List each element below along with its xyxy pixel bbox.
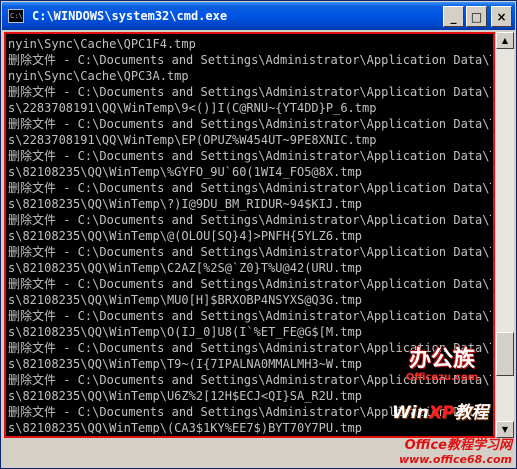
console-line: s\2283708191\QQ\WinTemp\9<()]I(C@RNU~{YT…: [8, 101, 377, 115]
window-controls: _ □ ×: [443, 6, 512, 27]
console-line: 删除文件 - C:\Documents and Settings\Adminis…: [8, 277, 491, 291]
minimize-button[interactable]: _: [443, 6, 464, 27]
scroll-thumb[interactable]: [496, 332, 514, 376]
window-title: C:\WINDOWS\system32\cmd.exe: [32, 9, 228, 23]
brand-sub-text: Officezu.com: [405, 372, 479, 383]
console-line: nyin\Sync\Cache\QPC3A.tmp: [8, 69, 189, 83]
vertical-scrollbar[interactable]: ▲ ▼: [496, 32, 514, 438]
cmd-app-icon[interactable]: C:\: [8, 9, 24, 23]
console-line: 删除文件 - C:\Documents and Settings\Adminis…: [8, 213, 491, 227]
console-line: 删除文件 - C:\Documents and Settings\Adminis…: [8, 181, 491, 195]
maximize-button[interactable]: □: [466, 6, 487, 27]
console-line: s\2283708191\QQ\WinTemp\EP(OPUZ%W454UT~9…: [8, 133, 377, 147]
console-line: 删除文件 - C:\Documents and Settings\Adminis…: [8, 117, 491, 131]
console-line: 删除文件 - C:\Documents and Settings\Adminis…: [8, 309, 491, 323]
office68-watermark: Office教程学习网 www.office68.com: [372, 438, 512, 466]
console-line: 删除文件 - C:\Documents and Settings\Adminis…: [8, 85, 491, 99]
console-line: s\82108235\QQ\WinTemp\@(OLOU[SQ}4]>PNFH{…: [8, 229, 363, 243]
winxp-suffix: 教程: [454, 403, 489, 423]
console-line: s\82108235\QQ\WinTemp\C2AZ[%2S@`Z0}T%U@4…: [8, 261, 363, 275]
winxp-prefix: Win: [392, 403, 429, 423]
scroll-down-button[interactable]: ▼: [496, 421, 514, 438]
winxp-xp: XP: [428, 403, 455, 423]
site-title-text: Office教程学习网: [404, 438, 512, 453]
officezu-watermark: 办公族 Officezu.com: [392, 348, 492, 388]
console-line: s\82108235\QQ\WinTemp\?)I@9DU_BM_RIDUR~9…: [8, 197, 363, 211]
close-button[interactable]: ×: [491, 6, 512, 27]
console-line: s\82108235\QQ\WinTemp\MU0[H]$BRXOBP4NSYX…: [8, 293, 363, 307]
scroll-up-button[interactable]: ▲: [496, 32, 514, 49]
brand-main-text: 办公族: [408, 347, 475, 372]
console-line: nyin\Sync\Cache\QPC1F4.tmp: [8, 37, 196, 51]
console-line: s\82108235\QQ\WinTemp\%GYFO_9U`60(1WI4_F…: [8, 165, 363, 179]
console-line: s\82108235\QQ\WinTemp\O(IJ_0]U8(I`%ET_FE…: [8, 325, 363, 339]
title-bar[interactable]: C:\ C:\WINDOWS\system32\cmd.exe _ □ ×: [2, 2, 515, 30]
console-line: 删除文件 - C:\Documents and Settings\Adminis…: [8, 149, 491, 163]
winxp-watermark: WinXP教程: [392, 398, 488, 423]
site-url-text: www.office68.com: [398, 453, 512, 466]
console-line: 删除文件 - C:\Documents and Settings\Adminis…: [8, 245, 491, 259]
console-line: 删除文件 - C:\Documents and Settings\Adminis…: [8, 53, 491, 67]
